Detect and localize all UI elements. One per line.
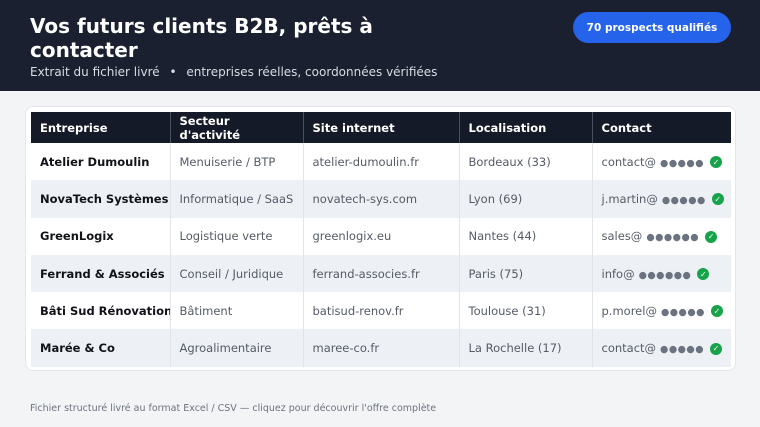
location-cell: Bordeaux (33) — [459, 143, 593, 181]
location-cell: La Rochelle (17) — [459, 329, 593, 367]
sector-cell: Informatique / SaaS — [170, 180, 304, 218]
sector-cell: Conseil / Juridique — [170, 254, 304, 293]
contact-cell: contact@ ●●●●● ✓ — [592, 329, 731, 367]
contact-cell: p.morel@ ●●●●● ✓ — [592, 292, 731, 329]
masked-email: ●●●●●● — [646, 232, 700, 244]
page-title: Vos futurs clients B2B, prêts à contacte… — [30, 14, 373, 62]
contact-prefix: contact@ — [601, 154, 657, 169]
masked-email: ●●●●● — [660, 344, 704, 356]
table-row: Marée & Co Agroalimentaire maree-co.fr L… — [31, 329, 731, 367]
contact-prefix: contact@ — [601, 341, 657, 356]
table-header-row: Entreprise Secteur d'activité Site inter… — [31, 112, 731, 143]
check-circle-icon: ✓ — [697, 268, 710, 281]
sector-cell: Bâtiment — [170, 292, 304, 330]
site-cell: atelier-dumoulin.fr — [303, 143, 460, 181]
site-cell: novatech-sys.com — [303, 180, 460, 218]
prospects-table-card: Entreprise Secteur d'activité Site inter… — [25, 106, 736, 371]
subtitle-separator: • — [169, 65, 177, 79]
sector-cell: Logistique verte — [170, 217, 304, 255]
sector-cell: Agroalimentaire — [170, 329, 304, 367]
table-row: Bâti Sud Rénovation Bâtiment batisud-ren… — [31, 292, 731, 330]
company-cell: NovaTech Systèmes — [31, 180, 171, 218]
column-header-location: Localisation — [459, 112, 593, 143]
table-row: Ferrand & Associés Conseil / Juridique f… — [31, 254, 731, 293]
footer-note[interactable]: Fichier structuré livré au format Excel … — [30, 403, 436, 414]
site-cell: ferrand-associes.fr — [303, 254, 460, 293]
column-header-contact: Contact — [592, 112, 731, 143]
contact-prefix: p.morel@ — [601, 303, 657, 318]
company-cell: Marée & Co — [31, 329, 171, 367]
contact-cell: contact@ ●●●●● ✓ — [592, 143, 731, 180]
prospects-count-button[interactable]: 70 prospects qualifiés — [573, 12, 731, 43]
contact-cell: j.martin@ ●●●●● ✓ — [592, 180, 731, 218]
page-header: Vos futurs clients B2B, prêts à contacte… — [0, 0, 760, 91]
company-cell: Atelier Dumoulin — [31, 143, 171, 181]
column-header-site: Site internet — [303, 112, 460, 143]
masked-email: ●●●●● — [660, 306, 705, 318]
masked-email: ●●●●● — [660, 157, 704, 169]
company-cell: Bâti Sud Rénovation — [31, 292, 171, 330]
location-cell: Paris (75) — [459, 254, 593, 293]
table-row: GreenLogix Logistique verte greenlogix.e… — [31, 217, 731, 255]
contact-prefix: info@ — [601, 266, 635, 281]
subtitle-right: entreprises réelles, coordonnées vérifié… — [186, 65, 438, 79]
check-circle-icon: ✓ — [705, 230, 718, 243]
site-cell: maree-co.fr — [303, 329, 460, 367]
check-circle-icon: ✓ — [710, 156, 722, 169]
check-circle-icon: ✓ — [710, 342, 722, 355]
column-header-company: Entreprise — [31, 112, 171, 143]
contact-cell: sales@ ●●●●●● ✓ — [592, 218, 731, 255]
table-row: Atelier Dumoulin Menuiserie / BTP atelie… — [31, 143, 731, 181]
contact-prefix: sales@ — [601, 229, 643, 244]
masked-email: ●●●●● — [661, 194, 706, 206]
column-header-sector: Secteur d'activité — [170, 112, 304, 143]
company-cell: GreenLogix — [31, 217, 171, 255]
site-cell: greenlogix.eu — [303, 217, 460, 255]
masked-email: ●●●●●● — [638, 269, 692, 281]
location-cell: Toulouse (31) — [459, 292, 593, 330]
location-cell: Nantes (44) — [459, 217, 593, 255]
company-cell: Ferrand & Associés — [31, 254, 171, 293]
location-cell: Lyon (69) — [459, 180, 593, 218]
check-circle-icon: ✓ — [710, 305, 723, 318]
contact-prefix: j.martin@ — [601, 191, 658, 206]
prospects-table: Entreprise Secteur d'activité Site inter… — [31, 112, 731, 367]
sector-cell: Menuiserie / BTP — [170, 143, 304, 181]
check-circle-icon: ✓ — [711, 193, 724, 206]
contact-cell: info@ ●●●●●● ✓ — [592, 254, 731, 293]
subtitle-left: Extrait du fichier livré — [30, 65, 160, 79]
site-cell: batisud-renov.fr — [303, 292, 460, 330]
table-row: NovaTech Systèmes Informatique / SaaS no… — [31, 180, 731, 218]
page-subtitle: Extrait du fichier livré • entreprises r… — [30, 65, 437, 80]
